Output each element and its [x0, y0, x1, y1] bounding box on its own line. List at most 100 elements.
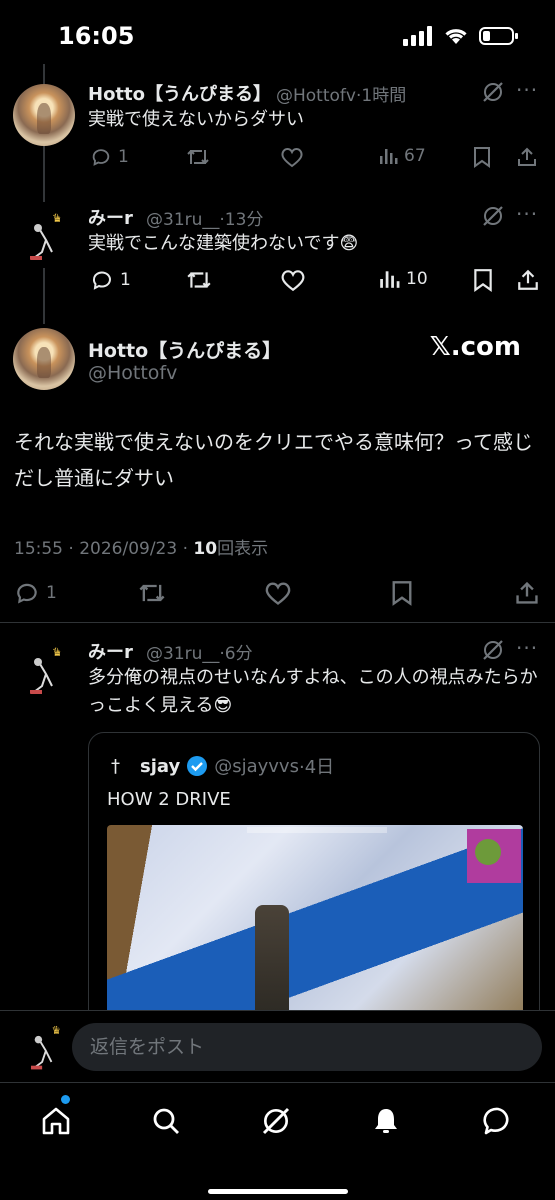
bookmark-icon — [474, 147, 490, 168]
bottom-tab-bar — [0, 1082, 555, 1200]
tab-messages[interactable] — [478, 1101, 518, 1141]
like-icon — [281, 270, 305, 292]
quote-video-thumbnail[interactable] — [107, 825, 523, 1025]
status-icons — [403, 26, 519, 46]
main-tweet-meta: 15:55 · 2026/09/23 · 10回表示 — [14, 534, 268, 559]
author-handle[interactable]: @Hottofv·1時間 — [276, 81, 406, 106]
main-share-button[interactable] — [514, 580, 540, 606]
main-tweet-text: それな実戦で使えないのをクリエでやる意味何？って感じだし普通にダサい — [14, 430, 533, 490]
battery-icon — [479, 27, 518, 45]
share-icon — [518, 269, 538, 290]
avatar-figure: ♛ — [30, 645, 63, 694]
game-character — [255, 905, 289, 1015]
main-author-name[interactable]: Hotto【うんぴまる】 — [88, 336, 281, 363]
like-button[interactable] — [280, 268, 306, 292]
grok-icon[interactable] — [481, 638, 505, 662]
wifi-icon — [445, 29, 467, 44]
main-like-button[interactable] — [264, 580, 292, 606]
reply-input[interactable]: 返信をポスト — [72, 1023, 542, 1071]
tweet-text: 実戦でこんな建築使わないです😨 — [88, 233, 359, 254]
status-time: 16:05 — [58, 22, 135, 50]
tweet-text: 実戦で使えないからダサい — [88, 109, 304, 130]
tweet-time: ·1時間 — [355, 86, 407, 106]
author-name[interactable]: みーr — [88, 204, 133, 230]
share-button[interactable] — [516, 146, 538, 168]
retweet-icon — [139, 584, 165, 602]
views-button[interactable]: 67 — [378, 146, 426, 166]
author-name[interactable]: みーr — [88, 638, 133, 664]
reply-icon — [17, 583, 37, 604]
grok-icon[interactable] — [481, 80, 505, 104]
author-handle[interactable]: @31ru__·6分 — [146, 639, 253, 664]
more-icon[interactable]: ··· — [516, 78, 538, 102]
game-hud — [247, 827, 387, 833]
quote-card[interactable]: † sjay @sjayvvs ·4日 HOW 2 DRIVE — [88, 732, 540, 1032]
signal-icon — [403, 26, 432, 46]
reply-button[interactable]: 1 — [90, 146, 129, 168]
quote-author-name: sjay — [140, 755, 181, 777]
more-icon[interactable]: ··· — [516, 202, 538, 226]
reply-icon — [92, 149, 110, 166]
main-reply-count: 1 — [46, 583, 57, 603]
tweet-time: ·13分 — [219, 210, 264, 230]
handle-text: @Hottofv — [276, 86, 356, 106]
bookmark-icon — [392, 581, 412, 606]
tab-notifications[interactable] — [366, 1101, 406, 1141]
quote-author-handle: @sjayvvs — [214, 755, 299, 777]
main-retweet-button[interactable] — [138, 580, 166, 606]
share-button[interactable] — [516, 268, 540, 292]
svg-text:♛: ♛ — [52, 211, 63, 225]
messages-icon — [483, 1107, 509, 1135]
tweet-time: ·6分 — [219, 644, 253, 664]
views-button[interactable]: 10 — [378, 268, 428, 290]
retweet-icon — [187, 272, 211, 288]
like-button[interactable] — [280, 146, 304, 168]
reply-count: 1 — [118, 147, 129, 167]
quote-dagger: † — [111, 755, 120, 777]
reply-icon — [92, 271, 111, 290]
composer-avatar[interactable]: ♛ — [22, 1021, 66, 1075]
views-icon — [380, 271, 400, 288]
bookmark-button[interactable] — [472, 268, 494, 292]
quote-time: ·4日 — [298, 757, 335, 778]
x-com-watermark: 𝕏.com — [429, 332, 521, 362]
main-reply-button[interactable]: 1 — [14, 580, 57, 606]
main-views-label: 回表示 — [217, 539, 269, 559]
handle-text: @31ru__ — [146, 210, 220, 230]
main-bookmark-button[interactable] — [390, 580, 414, 606]
tab-home[interactable] — [36, 1101, 76, 1141]
tab-search[interactable] — [146, 1101, 186, 1141]
divider — [0, 622, 555, 623]
retweet-button[interactable] — [186, 268, 212, 292]
tweet-hotto-1[interactable]: Hotto【うんぴまる】 @Hottofv·1時間 ··· 実戦で使えないからダ… — [0, 72, 555, 190]
quote-header: † sjay @sjayvvs ·4日 — [111, 753, 334, 779]
author-handle[interactable]: @31ru__·13分 — [146, 205, 263, 230]
tweet-text: 多分俺の視点のせいなんすよね、この人の視点みたらかっこよく見える😎 — [88, 667, 538, 716]
svg-text:♛: ♛ — [52, 645, 63, 659]
reply-composer: ♛ 返信をポスト — [0, 1010, 555, 1082]
tweet-mir-1[interactable]: ♛ みーr @31ru__·13分 ··· 実戦でこんな建築使わないです😨 1 … — [0, 196, 555, 314]
main-avatar[interactable] — [13, 328, 75, 390]
more-icon[interactable]: ··· — [516, 636, 538, 660]
verified-icon — [187, 756, 208, 776]
bookmark-button[interactable] — [472, 146, 492, 168]
views-count: 67 — [404, 146, 426, 166]
home-notification-dot — [61, 1095, 70, 1104]
reply-button[interactable]: 1 — [90, 268, 131, 292]
avatar[interactable] — [13, 84, 75, 146]
status-bar: 16:05 — [0, 0, 555, 72]
main-author-handle[interactable]: @Hottofv — [88, 362, 177, 384]
retweet-button[interactable] — [186, 146, 210, 168]
author-name[interactable]: Hotto【うんぴまる】 — [88, 80, 271, 106]
like-icon — [265, 582, 291, 605]
avatar[interactable]: ♛ — [22, 208, 66, 266]
grok-icon[interactable] — [481, 204, 505, 228]
home-icon — [42, 1107, 70, 1135]
main-view-count: 10 — [193, 539, 218, 559]
game-minimap — [467, 829, 521, 883]
tab-grok[interactable] — [256, 1101, 296, 1141]
share-icon — [516, 581, 538, 604]
handle-text: @31ru__ — [146, 644, 220, 664]
grok-icon — [262, 1107, 290, 1135]
avatar[interactable]: ♛ — [22, 642, 66, 700]
